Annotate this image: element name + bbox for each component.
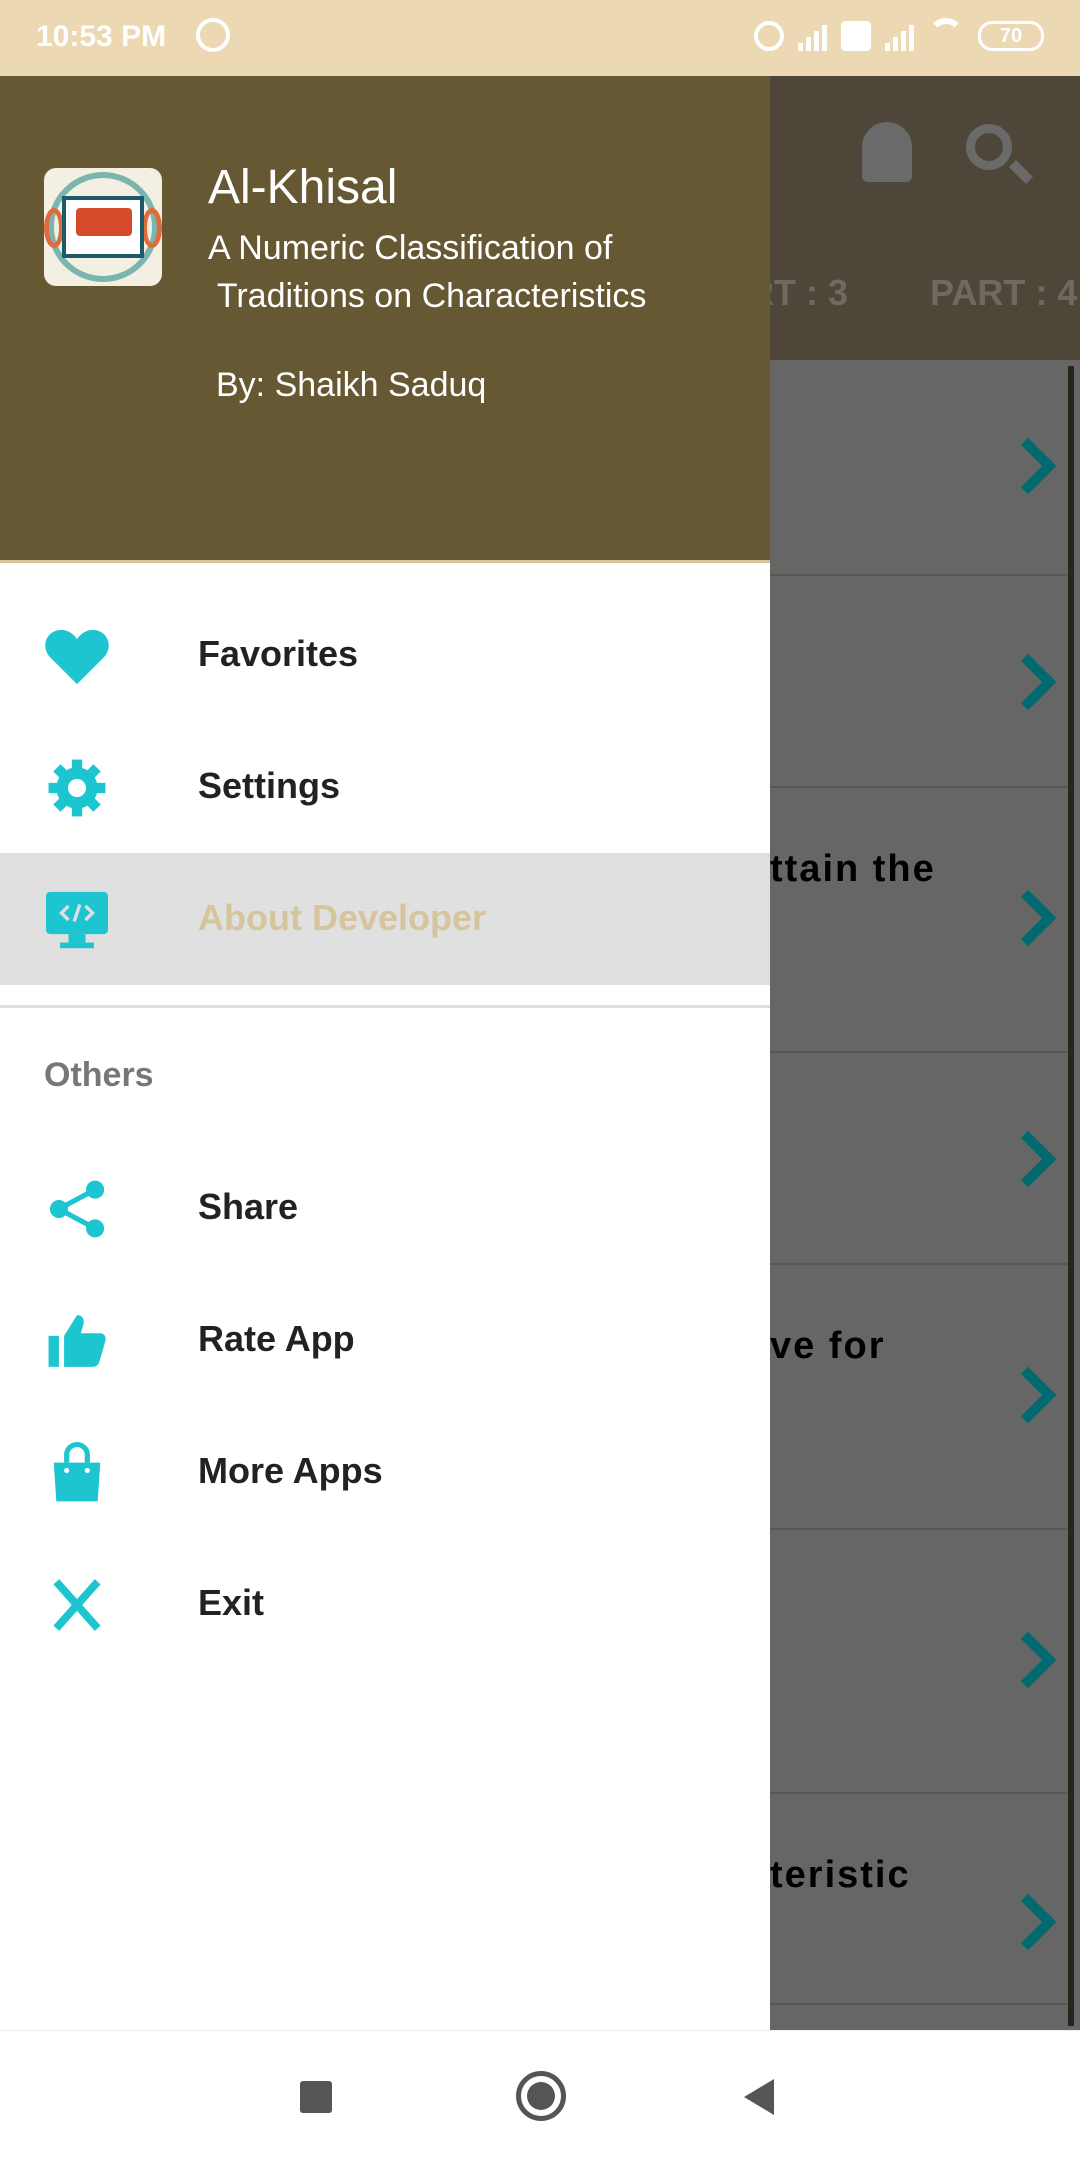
menu-item-about-developer[interactable]: About Developer: [0, 853, 770, 985]
thumbs-up-icon: [48, 1315, 106, 1367]
shopping-bag-icon: [53, 1442, 101, 1502]
menu-item-settings[interactable]: Settings: [0, 721, 770, 853]
close-icon: [53, 1579, 101, 1631]
scrollbar[interactable]: [1068, 366, 1074, 2026]
whatsapp-icon: [196, 18, 230, 52]
menu-item-favorites[interactable]: Favorites: [0, 589, 770, 721]
volte-icon: [841, 21, 871, 51]
monitor-code-icon: [46, 891, 108, 949]
recents-button[interactable]: [300, 2081, 332, 2113]
chevron-right-icon: [999, 1631, 1057, 1689]
signal-icon: [885, 21, 914, 51]
system-navigation-bar: [0, 2030, 1080, 2160]
status-bar: 10:53 PM 70: [0, 0, 1080, 76]
chevron-right-icon: [999, 1366, 1057, 1424]
app-subtitle: A Numeric Classification of Traditions o…: [208, 229, 647, 315]
chevron-right-icon: [999, 653, 1057, 711]
chevron-right-icon: [999, 437, 1057, 495]
bell-icon[interactable]: [862, 122, 912, 182]
navigation-drawer: Al-Khisal A Numeric Classification of Tr…: [0, 76, 770, 2030]
back-button[interactable]: [744, 2079, 774, 2115]
alarm-icon: [754, 21, 784, 51]
chevron-right-icon: [999, 1893, 1057, 1951]
battery-icon: 70: [978, 21, 1044, 51]
share-icon: [49, 1180, 105, 1238]
status-time: 10:53 PM: [36, 20, 167, 53]
tab-part-4[interactable]: PART : 4: [930, 272, 1077, 314]
app-logo: [44, 168, 162, 286]
signal-icon: [798, 21, 827, 51]
search-icon[interactable]: [966, 124, 1012, 170]
app-author: By: Shaikh Saduq: [216, 366, 487, 404]
chevron-right-icon: [999, 1130, 1057, 1188]
menu-item-share[interactable]: Share: [0, 1142, 770, 1274]
wifi-icon: [928, 18, 964, 54]
app-title: Al-Khisal: [208, 161, 398, 214]
heart-icon: [45, 629, 109, 685]
menu-item-rate-app[interactable]: Rate App: [0, 1274, 770, 1406]
gear-icon: [48, 759, 106, 817]
divider: [0, 1005, 770, 1008]
home-button[interactable]: [516, 2071, 566, 2121]
menu-item-more-apps[interactable]: More Apps: [0, 1406, 770, 1538]
drawer-header: Al-Khisal A Numeric Classification of Tr…: [0, 76, 770, 563]
chevron-right-icon: [999, 889, 1057, 947]
section-header-others: Others: [44, 1056, 154, 1094]
menu-item-exit[interactable]: Exit: [0, 1538, 770, 1670]
